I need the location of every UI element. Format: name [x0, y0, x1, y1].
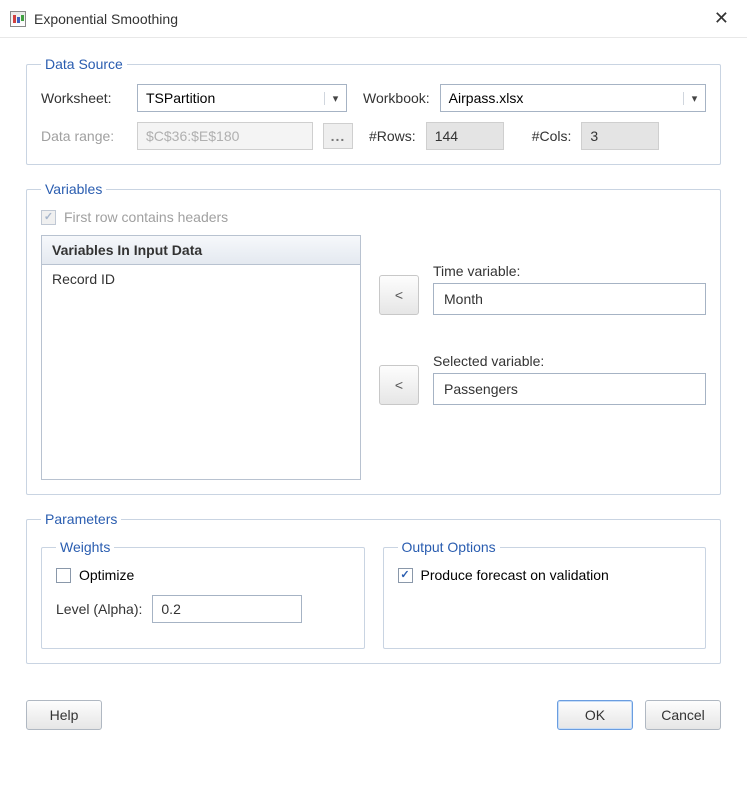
parameters-group: Parameters Weights Optimize Level (Alpha…: [26, 511, 721, 664]
cancel-button[interactable]: Cancel: [645, 700, 721, 730]
first-row-headers-checkbox: [41, 210, 56, 225]
output-options-legend: Output Options: [398, 539, 500, 555]
weights-legend: Weights: [56, 539, 114, 555]
data-range-label: Data range:: [41, 128, 127, 144]
variables-listbox[interactable]: Variables In Input Data Record ID: [41, 235, 361, 480]
chevron-left-icon: <: [395, 377, 403, 393]
data-range-value: $C$36:$E$180: [146, 128, 239, 144]
app-icon: [10, 11, 26, 27]
move-to-selected-button[interactable]: <: [379, 365, 419, 405]
variables-group: Variables First row contains headers Var…: [26, 181, 721, 495]
move-to-time-button[interactable]: <: [379, 275, 419, 315]
workbook-label: Workbook:: [363, 90, 430, 106]
output-options-group: Output Options Produce forecast on valid…: [383, 539, 707, 649]
cols-label: #Cols:: [532, 128, 572, 144]
data-range-browse-button[interactable]: ...: [323, 123, 353, 149]
data-source-legend: Data Source: [41, 56, 127, 72]
selected-variable-label: Selected variable:: [433, 353, 706, 369]
selected-variable-field[interactable]: Passengers: [433, 373, 706, 405]
optimize-checkbox[interactable]: [56, 568, 71, 583]
workbook-value: Airpass.xlsx: [449, 90, 524, 106]
data-range-input: $C$36:$E$180: [137, 122, 313, 150]
window-title: Exponential Smoothing: [34, 11, 178, 27]
chevron-down-icon: ▾: [324, 92, 342, 105]
worksheet-value: TSPartition: [146, 90, 215, 106]
chevron-down-icon: ▾: [683, 92, 701, 105]
variables-legend: Variables: [41, 181, 106, 197]
time-variable-value: Month: [444, 291, 483, 307]
workbook-select[interactable]: Airpass.xlsx ▾: [440, 84, 706, 112]
cols-value: 3: [581, 122, 659, 150]
rows-label: #Rows:: [369, 128, 416, 144]
ok-button[interactable]: OK: [557, 700, 633, 730]
title-bar: Exponential Smoothing ✕: [0, 0, 747, 38]
parameters-legend: Parameters: [41, 511, 121, 527]
close-icon[interactable]: ✕: [708, 8, 735, 29]
produce-forecast-label: Produce forecast on validation: [421, 567, 609, 583]
worksheet-select[interactable]: TSPartition ▾: [137, 84, 347, 112]
level-alpha-label: Level (Alpha):: [56, 601, 142, 617]
level-alpha-input[interactable]: 0.2: [152, 595, 302, 623]
optimize-label: Optimize: [79, 567, 134, 583]
worksheet-label: Worksheet:: [41, 90, 127, 106]
list-item[interactable]: Record ID: [42, 265, 360, 293]
ellipsis-icon: ...: [331, 128, 346, 144]
time-variable-field[interactable]: Month: [433, 283, 706, 315]
time-variable-label: Time variable:: [433, 263, 706, 279]
first-row-headers-label: First row contains headers: [64, 209, 228, 225]
help-button[interactable]: Help: [26, 700, 102, 730]
rows-value: 144: [426, 122, 504, 150]
variables-list-header: Variables In Input Data: [42, 236, 360, 265]
selected-variable-value: Passengers: [444, 381, 518, 397]
produce-forecast-checkbox[interactable]: [398, 568, 413, 583]
level-alpha-value: 0.2: [161, 601, 180, 617]
chevron-left-icon: <: [395, 287, 403, 303]
data-source-group: Data Source Worksheet: TSPartition ▾ Wor…: [26, 56, 721, 165]
weights-group: Weights Optimize Level (Alpha): 0.2: [41, 539, 365, 649]
